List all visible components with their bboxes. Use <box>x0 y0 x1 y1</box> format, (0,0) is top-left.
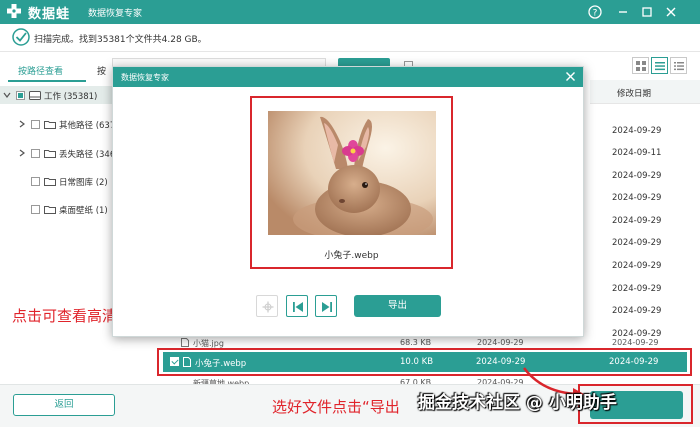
column-header-modified-date[interactable]: 修改日期 <box>590 80 700 104</box>
view-grid-button[interactable] <box>632 57 649 74</box>
highlight-selected-row <box>157 348 692 376</box>
folder-icon <box>44 178 56 186</box>
tree-item-desktop-wallpaper[interactable]: 桌面壁纸 (1) <box>0 201 112 217</box>
folder-icon <box>44 206 56 214</box>
tree-item-checkbox[interactable] <box>31 177 40 186</box>
tab-by-path[interactable]: 按路径查看 <box>18 64 63 77</box>
maximize-button[interactable] <box>638 3 656 21</box>
view-list-button[interactable] <box>651 57 668 74</box>
tree-item-label: 其他路径 (637 <box>59 121 116 131</box>
dialog-title: 数据恢复专家 <box>121 73 169 82</box>
tree-item-checkbox[interactable] <box>31 149 40 158</box>
scan-status-text: 扫描完成。找到35381个文件共4.28 GB。 <box>34 35 207 45</box>
folder-icon <box>44 150 56 158</box>
tree-root-item[interactable]: 工作 (35381) <box>0 86 112 104</box>
chevron-down-icon[interactable] <box>3 91 11 99</box>
tree-item-label: 日常图库 (2) <box>59 178 108 188</box>
list-date: 2024-09-29 <box>612 193 662 203</box>
file-icon <box>181 338 189 347</box>
dialog-export-button[interactable]: 导出 <box>354 295 441 317</box>
chevron-right-icon[interactable] <box>18 149 26 157</box>
tree-item-daily-gallery[interactable]: 日常图库 (2) <box>0 173 112 189</box>
dialog-close-button[interactable] <box>566 68 575 86</box>
list-date: 2024-09-29 <box>612 216 662 226</box>
file-size: 68.3 KB <box>400 338 432 347</box>
file-modified: 2024-09-29 <box>612 338 659 347</box>
tree-item-label: 丢失路径 (346 <box>59 150 116 160</box>
tree-root-checkbox[interactable] <box>16 91 25 100</box>
logo-icon <box>7 4 21 18</box>
help-icon: ? <box>588 5 602 19</box>
maximize-icon <box>642 7 652 17</box>
column-label-modified-date: 修改日期 <box>617 89 652 99</box>
close-button[interactable] <box>662 3 680 21</box>
preview-dialog: 数据恢复专家 小兔子.webp 导出 <box>112 66 584 337</box>
previous-file-button[interactable] <box>286 295 308 317</box>
tree-item-checkbox[interactable] <box>31 120 40 129</box>
active-tab-indicator <box>8 80 86 82</box>
view-detail-button[interactable] <box>670 57 687 74</box>
file-created: 2024-09-29 <box>477 338 524 347</box>
preview-image[interactable] <box>268 111 436 235</box>
minimize-button[interactable] <box>614 3 632 21</box>
watermark: 掘金技术社区 @ 小明助手 <box>418 393 617 413</box>
preview-frame[interactable]: 小兔子.webp <box>250 96 453 269</box>
drive-icon <box>29 91 41 100</box>
skip-previous-icon <box>293 302 303 312</box>
detail-list-icon <box>674 62 684 71</box>
tree-item-checkbox[interactable] <box>31 205 40 214</box>
check-circle-icon <box>12 28 30 46</box>
tree-item-lost-paths[interactable]: 丢失路径 (346 <box>0 145 116 161</box>
skip-next-icon <box>322 302 332 312</box>
close-icon <box>666 7 676 17</box>
chevron-right-icon[interactable] <box>18 120 26 128</box>
close-icon <box>566 72 575 81</box>
minimize-icon <box>619 11 627 13</box>
zoom-icon <box>262 301 274 313</box>
help-button[interactable]: ? <box>586 3 604 21</box>
list-date: 2024-09-29 <box>612 306 662 316</box>
grid-icon <box>636 61 646 71</box>
next-file-button[interactable] <box>315 295 337 317</box>
list-date: 2024-09-29 <box>612 284 662 294</box>
zoom-button[interactable] <box>256 295 278 317</box>
tab-by-type[interactable]: 按 <box>97 64 106 77</box>
annotation-export-hint: 选好文件点击“导出 <box>272 398 400 416</box>
list-date: 2024-09-29 <box>612 238 662 248</box>
scan-status-bar: 扫描完成。找到35381个文件共4.28 GB。 <box>0 24 700 52</box>
svg-text:?: ? <box>593 9 598 19</box>
dialog-header: 数据恢复专家 <box>113 67 583 87</box>
back-button[interactable]: 返回 <box>13 394 115 416</box>
tree-root-label: 工作 (35381) <box>44 92 98 102</box>
preview-file-name: 小兔子.webp <box>324 251 379 261</box>
tree-item-other-paths[interactable]: 其他路径 (637 <box>0 116 116 132</box>
title-bar: 数据蛙 数据恢复专家 ? <box>0 0 700 24</box>
list-date: 2024-09-29 <box>612 126 662 136</box>
app-title: 数据恢复专家 <box>88 9 143 19</box>
list-date: 2024-09-29 <box>612 261 662 271</box>
list-icon <box>655 62 665 71</box>
folder-icon <box>44 121 56 129</box>
list-date: 2024-09-29 <box>612 171 662 181</box>
list-date: 2024-09-11 <box>612 148 662 158</box>
logo-text: 数据蛙 <box>28 7 71 22</box>
tree-item-label: 桌面壁纸 (1) <box>59 206 108 216</box>
